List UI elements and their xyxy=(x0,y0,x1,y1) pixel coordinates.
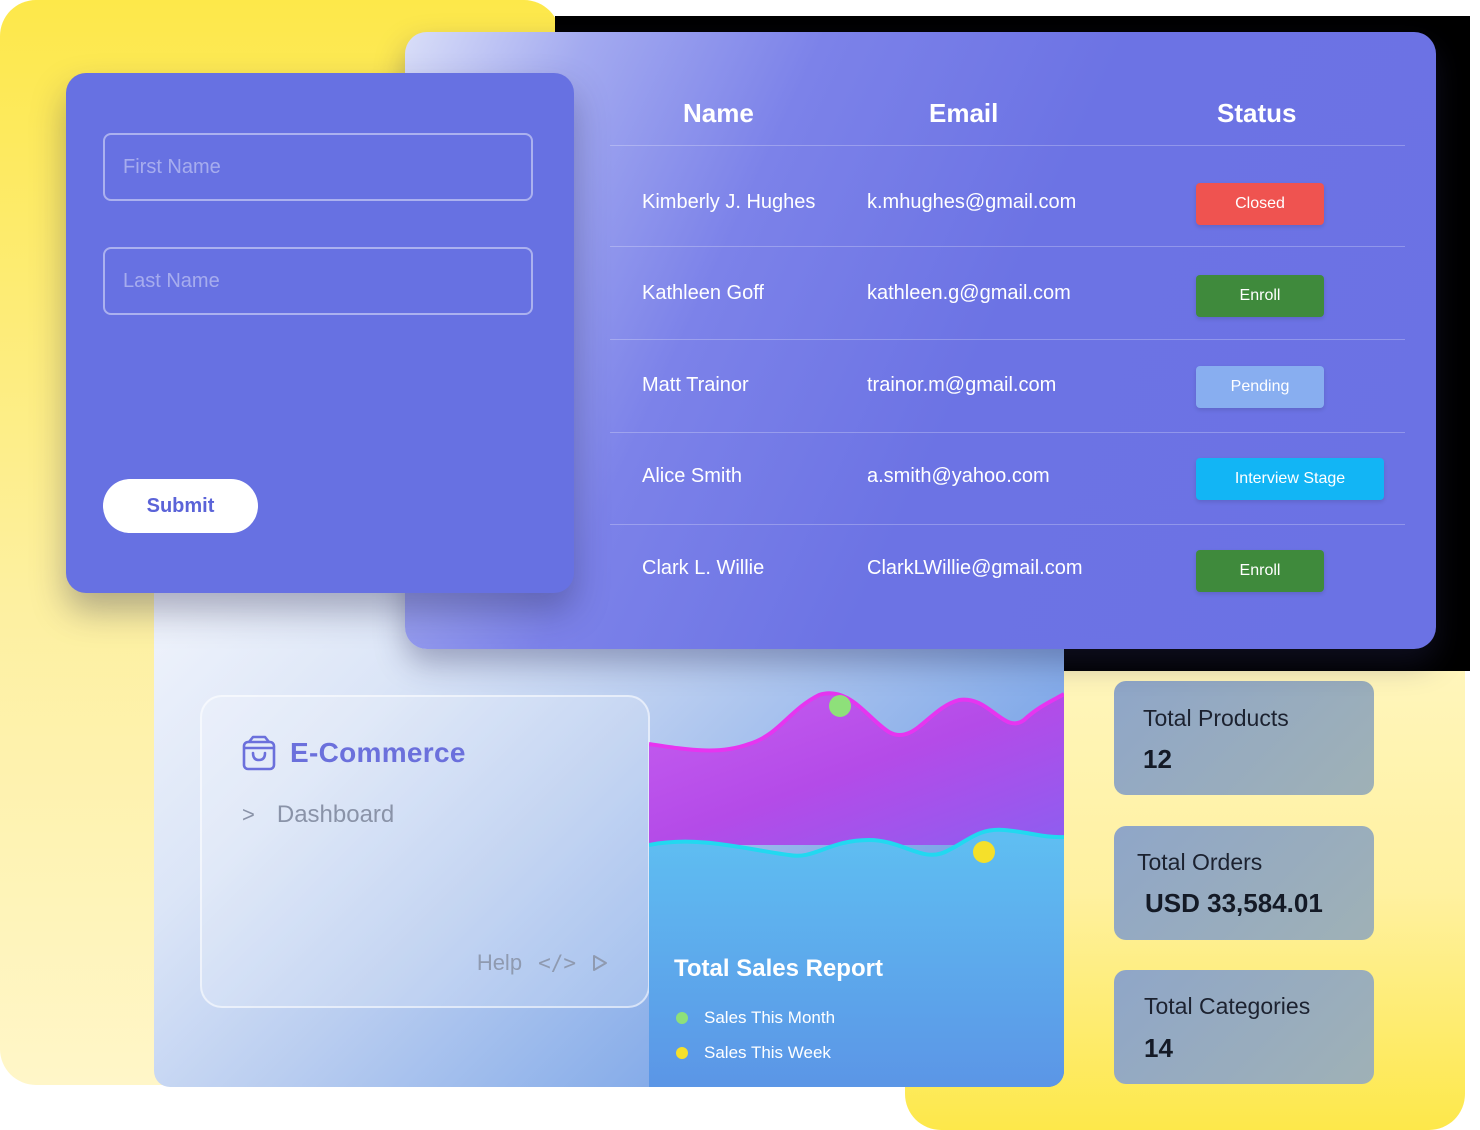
chevron-right-icon: > xyxy=(242,802,255,827)
row-divider xyxy=(610,339,1405,340)
code-icon[interactable]: </> xyxy=(538,951,576,975)
stat-card-categories: Total Categories 14 xyxy=(1114,970,1374,1084)
chart-legend: Sales This Month Sales This Week xyxy=(676,1000,835,1070)
legend-item-week: Sales This Week xyxy=(676,1035,835,1070)
stat-label: Total Categories xyxy=(1144,993,1311,1019)
stat-card-products: Total Products 12 xyxy=(1114,681,1374,795)
stat-value: 12 xyxy=(1143,744,1172,774)
status-badge-pending[interactable]: Pending xyxy=(1196,366,1324,408)
legend-dot-month xyxy=(676,1011,688,1024)
name-form: Submit xyxy=(66,73,574,593)
play-icon[interactable] xyxy=(592,954,608,972)
breadcrumb[interactable]: > Dashboard xyxy=(242,801,394,829)
legend-label-week: Sales This Week xyxy=(704,1042,831,1062)
row-name: Kimberly J. Hughes xyxy=(642,191,816,213)
breadcrumb-dashboard[interactable]: Dashboard xyxy=(277,801,394,829)
row-divider xyxy=(610,432,1405,433)
row-email[interactable]: ClarkLWillie@gmail.com xyxy=(867,557,1083,580)
stat-value: USD 33,584.01 xyxy=(1145,888,1323,918)
last-name-field[interactable] xyxy=(103,247,533,315)
row-divider xyxy=(610,246,1405,247)
status-badge-enroll[interactable]: Enroll xyxy=(1196,550,1324,592)
ecommerce-title: E-Commerce xyxy=(290,737,466,768)
sales-month-point[interactable] xyxy=(829,695,851,717)
status-badge-interview[interactable]: Interview Stage xyxy=(1196,458,1384,500)
status-badge-enroll[interactable]: Enroll xyxy=(1196,275,1324,317)
ecommerce-header: E-Commerce xyxy=(242,735,466,771)
row-email[interactable]: trainor.m@gmail.com xyxy=(867,374,1056,397)
report-title: Total Sales Report xyxy=(674,955,883,982)
first-name-field[interactable] xyxy=(103,133,533,201)
row-name: Alice Smith xyxy=(642,465,743,487)
row-email[interactable]: kathleen.g@gmail.com xyxy=(867,282,1071,305)
status-badge-closed[interactable]: Closed xyxy=(1196,183,1324,225)
stat-label: Total Orders xyxy=(1137,849,1263,875)
header-name[interactable]: Name xyxy=(683,98,754,129)
submit-button[interactable]: Submit xyxy=(103,479,258,533)
stat-card-orders: Total Orders USD 33,584.01 xyxy=(1114,826,1374,940)
row-name: Kathleen Goff xyxy=(642,282,764,304)
row-name: Clark L. Willie xyxy=(642,557,765,579)
help-link[interactable]: Help xyxy=(477,950,522,976)
ecommerce-nav-card: E-Commerce > Dashboard Help </> xyxy=(200,695,650,1008)
row-divider xyxy=(610,145,1405,146)
row-name: Matt Trainor xyxy=(642,374,749,396)
legend-item-month: Sales This Month xyxy=(676,1000,835,1035)
shopping-bag-icon xyxy=(242,735,276,771)
row-email[interactable]: k.mhughes@gmail.com xyxy=(867,191,1076,214)
header-status[interactable]: Status xyxy=(1217,98,1296,129)
legend-label-month: Sales This Month xyxy=(704,1007,836,1027)
help-row: Help </> xyxy=(477,950,608,976)
sales-week-point[interactable] xyxy=(973,841,995,863)
legend-dot-week xyxy=(676,1046,688,1059)
row-divider xyxy=(610,524,1405,525)
stat-value: 14 xyxy=(1144,1033,1173,1063)
stat-label: Total Products xyxy=(1143,705,1289,731)
header-email[interactable]: Email xyxy=(929,98,998,129)
row-email[interactable]: a.smith@yahoo.com xyxy=(867,465,1050,488)
